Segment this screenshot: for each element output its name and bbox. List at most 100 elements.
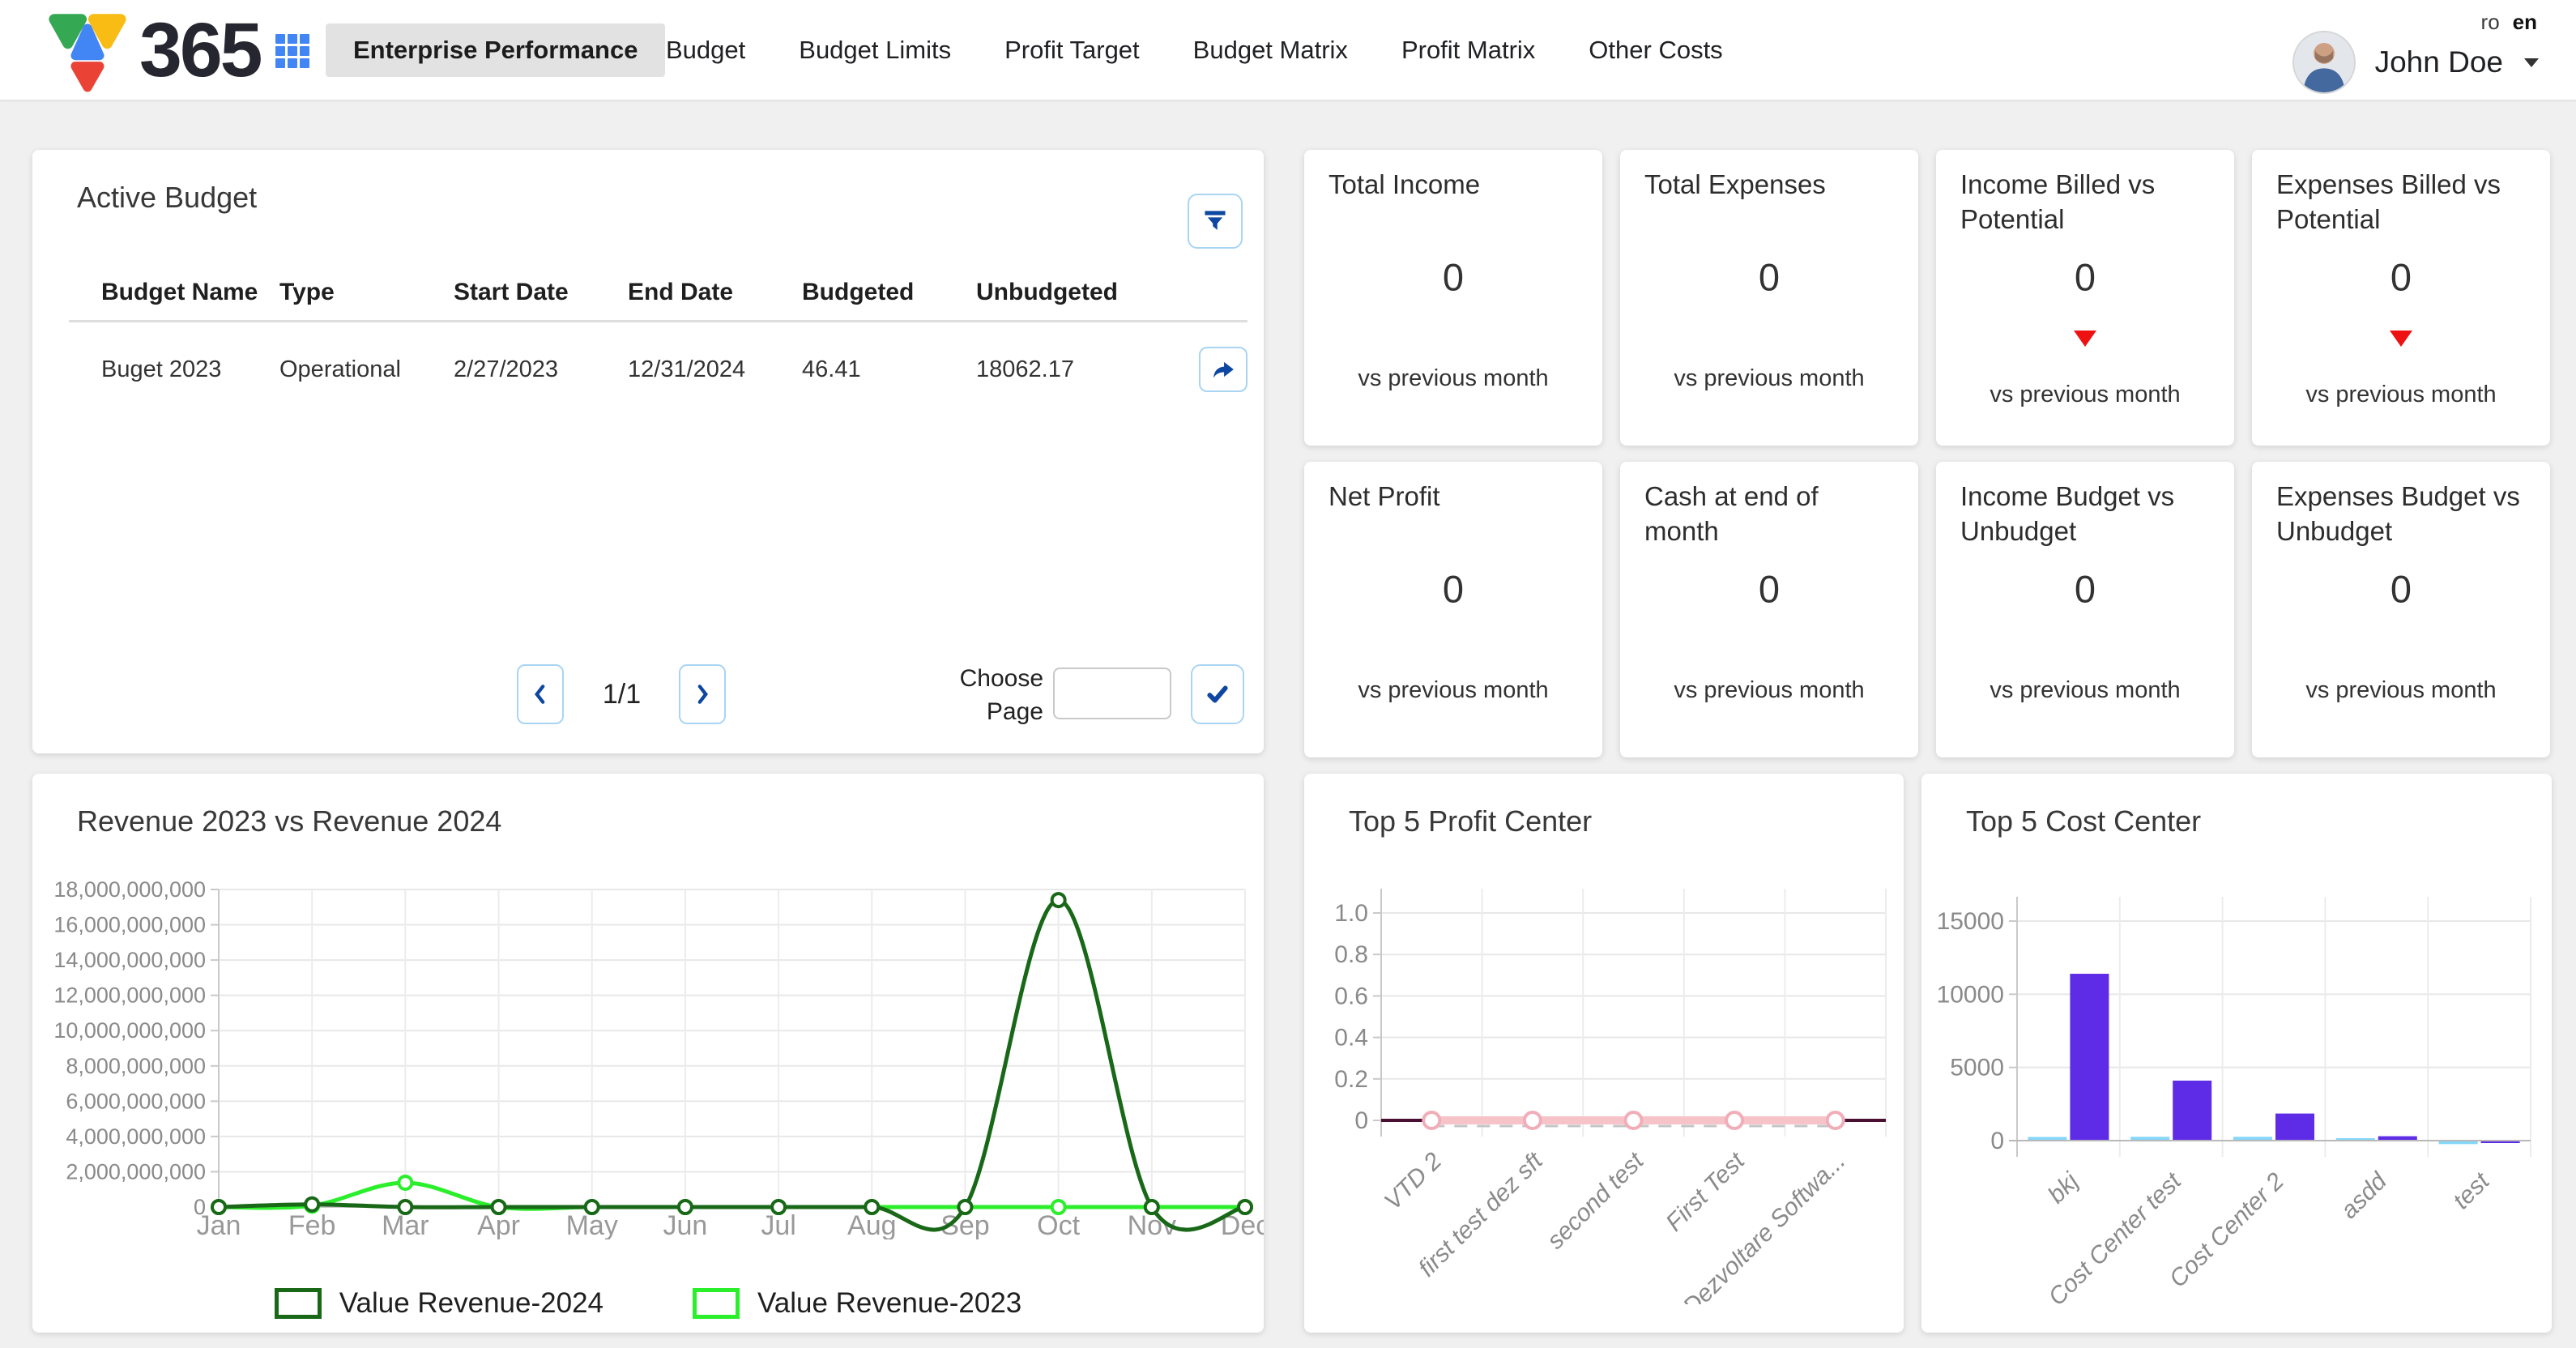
svg-text:5000: 5000: [1950, 1055, 2004, 1081]
nav-item-budget-limits[interactable]: Budget Limits: [799, 36, 951, 65]
nav-item-profit-matrix[interactable]: Profit Matrix: [1401, 36, 1535, 65]
go-to-page-button[interactable]: [1191, 664, 1244, 724]
nav-item-budget-matrix[interactable]: Budget Matrix: [1193, 36, 1348, 65]
table-row: Buget 2023 Operational 2/27/2023 12/31/2…: [69, 347, 1247, 392]
kpi-card-cash-at-end-of-month: Cash at end of month 0 vs previous month: [1620, 462, 1918, 757]
cell-end-date: 12/31/2024: [628, 356, 802, 383]
budget-table: Budget Name Type Start Date End Date Bud…: [69, 271, 1247, 392]
svg-text:0.8: 0.8: [1334, 941, 1368, 968]
decrease-indicator-icon: [2390, 331, 2412, 347]
col-start-date: Start Date: [454, 279, 628, 306]
col-unbudgeted: Unbudgeted: [976, 279, 1187, 306]
cell-budget-name: Buget 2023: [101, 356, 279, 383]
cell-budgeted: 46.41: [802, 356, 976, 383]
open-budget-button[interactable]: [1199, 347, 1247, 392]
choose-page-label: Choose Page: [960, 663, 1043, 728]
kpi-grid: Total Income 0 vs previous month Total E…: [1304, 150, 2550, 757]
profit-center-chart-card: Top 5 Profit Center 00.20.40.60.81.0VTD …: [1304, 774, 1904, 1333]
dashboard-page: 365 Enterprise Performance Budget Budget…: [0, 0, 2576, 1348]
svg-text:asdd: asdd: [2335, 1167, 2392, 1224]
col-end-date: End Date: [628, 279, 802, 306]
top-bar: 365 Enterprise Performance Budget Budget…: [0, 0, 2576, 100]
decrease-indicator-icon: [2074, 331, 2096, 347]
nav-item-other-costs[interactable]: Other Costs: [1589, 36, 1722, 65]
svg-text:First Test: First Test: [1661, 1146, 1751, 1236]
active-budget-title: Active Budget: [77, 181, 257, 215]
svg-text:16,000,000,000: 16,000,000,000: [53, 913, 206, 937]
svg-text:Feb: Feb: [288, 1210, 336, 1239]
kpi-card-net-profit: Net Profit 0 vs previous month: [1304, 462, 1602, 757]
cell-start-date: 2/27/2023: [454, 356, 628, 383]
svg-text:VTD 2: VTD 2: [1380, 1147, 1448, 1215]
legend-item-revenue-2023[interactable]: Value Revenue-2023: [693, 1287, 1021, 1320]
filter-funnel-icon: [1202, 208, 1228, 234]
svg-text:18,000,000,000: 18,000,000,000: [53, 877, 206, 902]
cell-type: Operational: [279, 356, 454, 383]
svg-text:4,000,000,000: 4,000,000,000: [66, 1124, 206, 1149]
svg-text:1.0: 1.0: [1334, 900, 1368, 927]
kpi-card-income-budget-vs-unbudget: Income Budget vs Unbudget 0 vs previous …: [1936, 462, 2234, 757]
svg-text:test: test: [2448, 1167, 2496, 1214]
user-name: John Doe: [2375, 45, 2503, 79]
nav-item-profit-target[interactable]: Profit Target: [1004, 36, 1140, 65]
col-budgeted: Budgeted: [802, 279, 976, 306]
user-menu[interactable]: John Doe: [2292, 31, 2539, 94]
active-budget-panel: Active Budget Budget Name Type Start Dat…: [32, 150, 1264, 753]
cost-center-bar-chart: 050001000015000bkjCost Center testCost C…: [1921, 851, 2552, 1329]
svg-text:Dezvoltare Softwa...: Dezvoltare Softwa...: [1678, 1148, 1850, 1304]
revenue-chart-card: Revenue 2023 vs Revenue 2024 02,000,000,…: [32, 774, 1264, 1333]
svg-text:6,000,000,000: 6,000,000,000: [66, 1089, 206, 1113]
col-type: Type: [279, 279, 454, 306]
profit-center-line-chart: 00.20.40.60.81.0VTD 2first test dez sfts…: [1304, 851, 1904, 1308]
checkmark-icon: [1205, 682, 1230, 706]
revenue-chart-title: Revenue 2023 vs Revenue 2024: [77, 804, 501, 838]
revenue-line-chart: 02,000,000,0004,000,000,0006,000,000,000…: [32, 851, 1264, 1243]
svg-text:0: 0: [1990, 1128, 2004, 1154]
svg-text:2,000,000,000: 2,000,000,000: [66, 1159, 206, 1184]
pagination: 1/1 Choose Page: [32, 659, 1264, 729]
chevron-right-icon: [692, 682, 713, 706]
page-indicator: 1/1: [567, 659, 676, 729]
profit-center-title: Top 5 Profit Center: [1349, 804, 1592, 838]
legend-swatch-2024: [275, 1288, 322, 1319]
svg-text:10,000,000,000: 10,000,000,000: [53, 1018, 206, 1043]
table-divider: [69, 320, 1247, 322]
main-nav: Budget Budget Limits Profit Target Budge…: [666, 0, 1723, 100]
logo-text: 365: [139, 0, 261, 100]
svg-text:14,000,000,000: 14,000,000,000: [53, 948, 206, 972]
previous-page-button[interactable]: [517, 664, 564, 724]
col-budget-name: Budget Name: [101, 279, 279, 306]
apps-grid-icon[interactable]: [275, 34, 309, 68]
svg-text:bkj: bkj: [2043, 1167, 2084, 1209]
legend-item-revenue-2024[interactable]: Value Revenue-2024: [275, 1287, 603, 1320]
next-page-button[interactable]: [679, 664, 726, 724]
svg-text:0.2: 0.2: [1334, 1066, 1368, 1093]
svg-text:0.4: 0.4: [1334, 1025, 1368, 1052]
revenue-legend: Value Revenue-2024 Value Revenue-2023: [32, 1287, 1264, 1320]
filter-button[interactable]: [1188, 194, 1243, 249]
kpi-card-expenses-billed-vs-potential: Expenses Billed vs Potential 0 vs previo…: [2252, 150, 2550, 446]
enterprise-performance-button[interactable]: Enterprise Performance: [326, 23, 665, 77]
chevron-left-icon: [530, 682, 551, 706]
budget-table-header: Budget Name Type Start Date End Date Bud…: [69, 271, 1247, 314]
svg-text:8,000,000,000: 8,000,000,000: [66, 1054, 206, 1078]
choose-page-input[interactable]: [1053, 668, 1171, 719]
svg-text:12,000,000,000: 12,000,000,000: [53, 983, 206, 1008]
svg-text:second test: second test: [1542, 1146, 1650, 1254]
cost-center-title: Top 5 Cost Center: [1966, 804, 2201, 838]
share-arrow-icon: [1211, 357, 1235, 382]
svg-text:15000: 15000: [1937, 908, 2004, 935]
avatar: [2292, 31, 2356, 94]
nav-item-budget[interactable]: Budget: [666, 36, 745, 65]
legend-swatch-2023: [693, 1288, 740, 1319]
cell-unbudgeted: 18062.17: [976, 356, 1187, 383]
kpi-card-total-expenses: Total Expenses 0 vs previous month: [1620, 150, 1918, 446]
chevron-down-icon: [2524, 58, 2539, 67]
svg-text:0.6: 0.6: [1334, 983, 1368, 1009]
kpi-card-income-billed-vs-potential: Income Billed vs Potential 0 vs previous…: [1936, 150, 2234, 446]
kpi-card-expenses-budget-vs-unbudget: Expenses Budget vs Unbudget 0 vs previou…: [2252, 462, 2550, 757]
cost-center-chart-card: Top 5 Cost Center 050001000015000bkjCost…: [1921, 774, 2552, 1333]
logo-icon: [42, 8, 133, 94]
svg-text:10000: 10000: [1937, 981, 2004, 1008]
kpi-card-total-income: Total Income 0 vs previous month: [1304, 150, 1602, 446]
